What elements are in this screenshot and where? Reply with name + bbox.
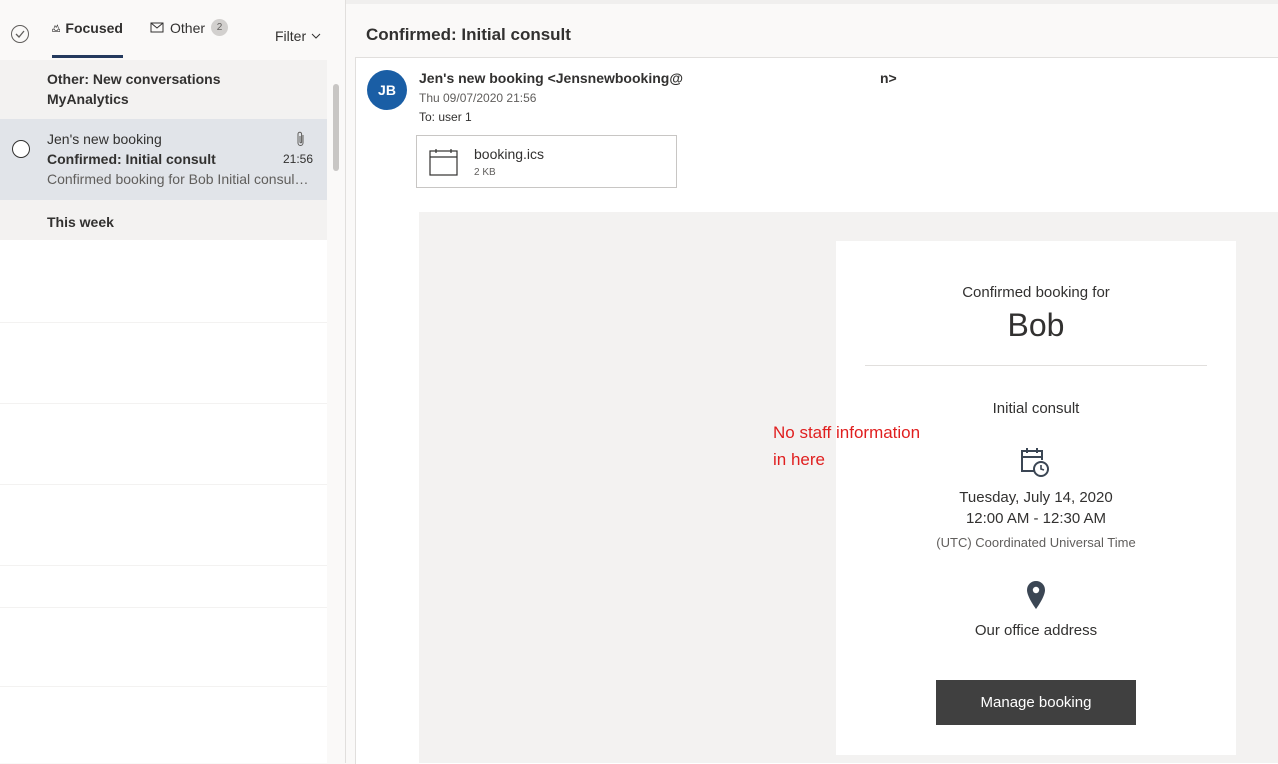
booking-service: Initial consult [992,400,1080,417]
attachment-name: booking.ics [474,146,545,162]
mail-icon [150,22,164,33]
group-header-this-week: This week [0,200,327,240]
sent-date: Thu 09/07/2020 21:56 [419,91,537,105]
row-separator [0,607,327,608]
to-label: To: [419,110,436,124]
row-separator [0,565,327,566]
reading-pane-top-strip [346,0,1278,4]
booking-time: 12:00 AM - 12:30 AM [965,510,1107,527]
calendar-file-icon [429,149,458,176]
booking-date: Tuesday, July 14, 2020 [959,489,1113,506]
message-item-selected[interactable]: Jen's new booking Confirmed: Initial con… [0,119,327,200]
conversation-title: Confirmed: Initial consult [366,25,571,44]
location-pin-icon [1027,581,1045,609]
message-preview: Confirmed booking for Bob Initial consul… [47,171,312,187]
annotation-line-1: No staff information [773,423,921,442]
tab-focused-label: Focused [65,20,123,36]
row-separator [0,403,327,404]
group-header-label: This week [47,214,114,230]
recipient-name[interactable]: user 1 [438,110,471,124]
manage-booking-button[interactable]: Manage booking [936,680,1136,725]
message-list-scrollbar[interactable] [333,84,339,171]
message-subject: Confirmed: Initial consult [47,151,216,167]
paperclip-icon [297,131,304,146]
booking-intro: Confirmed booking for [962,284,1110,301]
chevron-down-icon [311,33,321,39]
tab-selected-indicator [52,55,123,58]
booking-divider [865,365,1207,366]
tab-other[interactable]: Other 2 [150,19,229,60]
tab-other-label: Other [170,20,206,36]
message-sender: Jen's new booking [47,131,162,147]
row-separator [0,686,327,687]
message-time: 21:56 [283,152,314,166]
attachment-size: 2 KB [474,167,496,178]
message-select-radio[interactable] [12,140,30,158]
focused-inbox-icon [52,24,61,32]
booking-timezone: (UTC) Coordinated Universal Time [936,535,1136,550]
unread-count-badge: 2 [211,19,229,36]
calendar-clock-icon [1021,448,1049,477]
recipient-line: To: user 1 [419,110,472,124]
filter-label: Filter [275,28,307,44]
select-all-checkbox[interactable] [11,25,29,43]
message-list-empty-area [0,240,327,763]
banner-sender: MyAnalytics [47,91,129,107]
attachment-card[interactable]: booking.ics 2 KB [416,135,677,188]
annotation-line-2: in here [773,450,825,469]
row-separator [0,322,327,323]
filter-button[interactable]: Filter [275,28,321,44]
booking-location: Our office address [974,622,1098,639]
avatar[interactable]: JB [367,70,407,110]
booking-customer-name: Bob [1007,307,1065,343]
other-conversations-banner[interactable]: Other: New conversations MyAnalytics [0,60,327,119]
tab-focused[interactable]: Focused [52,20,123,60]
row-separator [0,484,327,485]
sender-address-end: n> [880,70,897,86]
banner-title: Other: New conversations [47,71,221,87]
annotation-note: No staff information in here [773,419,920,473]
checkmark-icon [15,30,25,38]
sender-name[interactable]: Jen's new booking <Jensnewbooking@ [419,70,683,86]
